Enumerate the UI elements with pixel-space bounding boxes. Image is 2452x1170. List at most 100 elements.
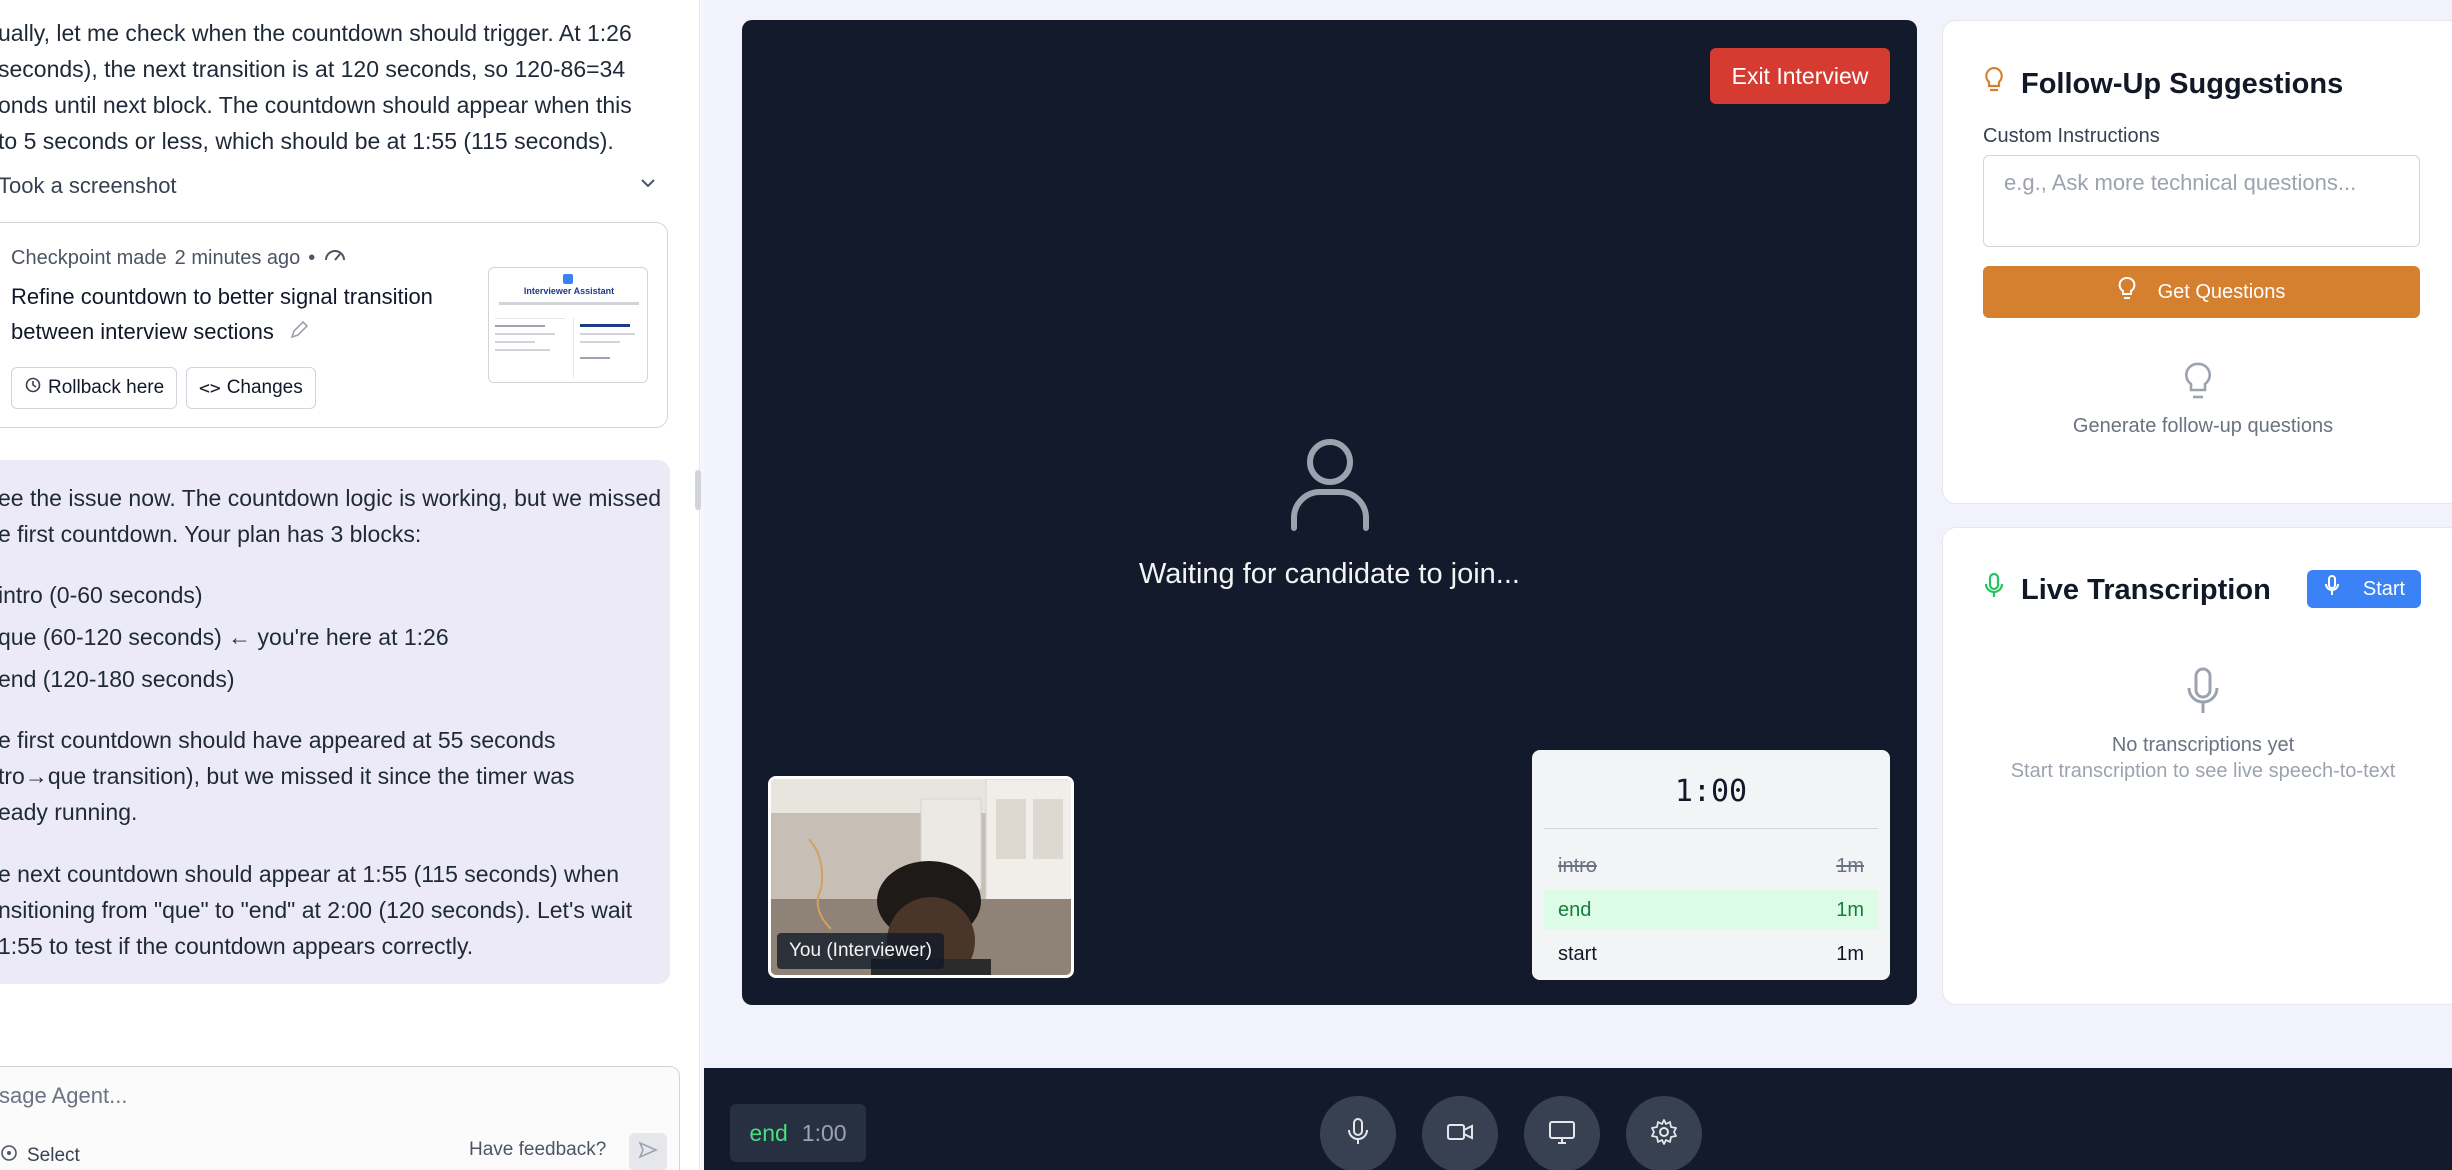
message-line: eady running. xyxy=(0,799,138,825)
timer-block-row: intro 1m xyxy=(1544,846,1878,886)
user-icon xyxy=(1282,430,1378,543)
custom-instructions-input[interactable]: e.g., Ask more technical questions... xyxy=(1983,155,2420,247)
control-bar: end 1:00 xyxy=(704,1068,2452,1170)
transcription-title: Live Transcription xyxy=(1983,572,2271,608)
thumb-title: Interviewer Assistant xyxy=(523,286,615,296)
message-line: ee the issue now. The countdown logic is… xyxy=(0,485,662,511)
video-stage: Exit Interview Waiting for candidate to … xyxy=(742,20,1917,1005)
list-item: end (120-180 seconds) xyxy=(0,666,235,692)
thumb-logo xyxy=(563,274,573,284)
thumb-panel xyxy=(573,318,643,378)
message-line: e next countdown should appear at 1:55 (… xyxy=(0,861,619,887)
screen-share-icon xyxy=(1548,1119,1576,1150)
lightbulb-icon xyxy=(2183,361,2213,408)
mic-icon xyxy=(1983,572,2005,608)
select-button[interactable]: Select xyxy=(0,1143,80,1169)
screen-share-button[interactable] xyxy=(1524,1096,1600,1170)
block-name: intro xyxy=(1558,854,1597,877)
checkpoint-title: Refine countdown to better signal transi… xyxy=(11,279,471,351)
list-item: que (60-120 seconds) ← you're here at 1:… xyxy=(0,624,449,650)
list-item: intro (0-60 seconds) xyxy=(0,582,203,608)
waiting-text: Waiting for candidate to join... xyxy=(1139,558,1520,590)
took-screenshot-label: Took a screenshot xyxy=(0,173,177,198)
follow-up-card: Follow-Up Suggestions Custom Instruction… xyxy=(1942,20,2452,504)
send-icon xyxy=(638,1140,658,1165)
lightbulb-icon xyxy=(1983,65,2005,103)
mic-toggle-button[interactable] xyxy=(1320,1096,1396,1170)
feedback-link[interactable]: Have feedback? xyxy=(469,1139,606,1161)
timer-block-row: end 1m xyxy=(1544,890,1878,930)
phase-time: 1:00 xyxy=(801,1119,847,1146)
code-icon: <> xyxy=(199,377,221,399)
took-screenshot-row[interactable]: Took a screenshot xyxy=(0,168,658,204)
mic-icon xyxy=(2323,574,2341,604)
select-label: Select xyxy=(27,1145,80,1166)
message-line: to 5 seconds or less, which should be at… xyxy=(0,128,614,154)
chevron-down-icon[interactable] xyxy=(638,173,658,199)
message-line: seconds), the next transition is at 120 … xyxy=(0,56,626,82)
follow-up-empty-text: Generate follow-up questions xyxy=(2072,415,2334,437)
timer-countdown: 1:00 xyxy=(1674,774,1748,809)
speedometer-icon xyxy=(323,245,347,271)
checkpoint-thumbnail[interactable]: Interviewer Assistant xyxy=(488,267,648,383)
lightbulb-icon xyxy=(2118,276,2136,308)
thumb-panel xyxy=(495,318,565,378)
block-duration: 1m xyxy=(1836,854,1864,877)
transcription-title-text: Live Transcription xyxy=(2021,573,2271,606)
pencil-icon[interactable] xyxy=(288,316,310,351)
message-line: tro→que transition), but we missed it si… xyxy=(0,763,575,789)
checkpoint-card: Checkpoint made 2 minutes ago • Refine c… xyxy=(0,222,668,428)
agent-message-intro: ually, let me check when the countdown s… xyxy=(0,15,632,159)
self-video-label: You (Interviewer) xyxy=(777,933,944,969)
agent-input-placeholder: sage Agent... xyxy=(0,1083,128,1108)
camera-toggle-button[interactable] xyxy=(1422,1096,1498,1170)
message-line: e first countdown should have appeared a… xyxy=(0,727,556,753)
settings-button[interactable] xyxy=(1626,1096,1702,1170)
checkpoint-time: 2 minutes ago xyxy=(174,246,301,269)
camera-icon xyxy=(1446,1121,1474,1148)
message-line: 1:55 to test if the countdown appears co… xyxy=(0,933,474,959)
self-video-preview[interactable]: You (Interviewer) xyxy=(768,776,1074,978)
transcription-card: Live Transcription Start No transcriptio… xyxy=(1942,527,2452,1005)
current-phase-badge: end 1:00 xyxy=(730,1104,866,1162)
interview-main: Exit Interview Waiting for candidate to … xyxy=(704,0,2452,1068)
message-line: e first countdown. Your plan has 3 block… xyxy=(0,521,422,547)
timer-block-row: start 1m xyxy=(1544,934,1878,974)
changes-button[interactable]: <> Changes xyxy=(186,367,316,409)
block-name: end xyxy=(1558,898,1592,921)
block-duration: 1m xyxy=(1836,898,1864,921)
block-timer-card: 1:00 intro 1m end 1m start 1m xyxy=(1532,750,1890,980)
custom-instructions-label: Custom Instructions xyxy=(1983,125,2160,147)
divider xyxy=(1544,828,1878,829)
start-label: Start xyxy=(2362,577,2406,600)
agent-panel: ually, let me check when the countdown s… xyxy=(0,0,700,1170)
rollback-button[interactable]: Rollback here xyxy=(11,367,178,409)
checkpoint-meta: Checkpoint made 2 minutes ago • xyxy=(11,245,347,271)
panel-resize-handle[interactable] xyxy=(695,470,701,510)
history-icon xyxy=(24,376,42,400)
block-duration: 1m xyxy=(1836,942,1864,965)
mic-icon xyxy=(1346,1117,1370,1152)
phase-name: end xyxy=(749,1119,788,1146)
mic-icon xyxy=(2185,666,2221,723)
follow-up-title-text: Follow-Up Suggestions xyxy=(2021,67,2344,100)
thumb-line xyxy=(499,302,639,305)
block-name: start xyxy=(1558,942,1597,965)
settings-icon xyxy=(1650,1118,1678,1151)
separator: • xyxy=(308,246,316,269)
no-transcriptions-subtitle: Start transcription to see live speech-t… xyxy=(2010,760,2396,782)
exit-interview-button[interactable]: Exit Interview xyxy=(1710,48,1890,104)
start-transcription-button[interactable]: Start xyxy=(2307,570,2421,608)
message-line: ually, let me check when the countdown s… xyxy=(0,20,632,46)
checkpoint-title-text: Refine countdown to better signal transi… xyxy=(11,284,433,344)
no-transcriptions-title: No transcriptions yet xyxy=(2111,734,2295,756)
send-button[interactable] xyxy=(629,1133,667,1170)
get-questions-label: Get Questions xyxy=(2157,280,2286,303)
checkpoint-made-label: Checkpoint made xyxy=(11,246,167,269)
follow-up-title: Follow-Up Suggestions xyxy=(1983,65,2343,103)
agent-input[interactable]: sage Agent... Select Have feedback? xyxy=(0,1066,680,1170)
agent-message-bubble: ee the issue now. The countdown logic is… xyxy=(0,460,670,984)
get-questions-button[interactable]: Get Questions xyxy=(1983,266,2420,318)
message-line: onds until next block. The countdown sho… xyxy=(0,92,632,118)
changes-label: Changes xyxy=(226,377,303,398)
